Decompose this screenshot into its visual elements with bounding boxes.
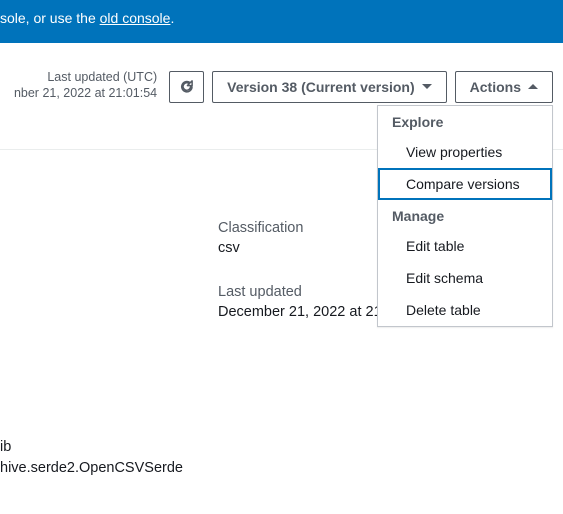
actions-button-label: Actions [470,79,521,95]
banner-text: sole, or use the [0,10,100,26]
actions-dropdown-wrap: Actions Explore View properties Compare … [455,71,553,103]
menu-item-view-properties[interactable]: View properties [378,136,552,168]
old-console-link[interactable]: old console [100,10,171,26]
actions-section-manage: Manage [378,200,552,230]
actions-section-explore: Explore [378,106,552,136]
chevron-down-icon [422,84,432,89]
last-updated-value: nber 21, 2022 at 21:01:54 [14,85,157,102]
actions-button[interactable]: Actions [455,71,553,103]
last-updated-block: Last updated (UTC) nber 21, 2022 at 21:0… [14,69,157,103]
chevron-up-icon [528,84,538,89]
menu-item-delete-table[interactable]: Delete table [378,294,552,326]
menu-item-edit-schema[interactable]: Edit schema [378,262,552,294]
serde-text: ib hive.serde2.OpenCSVSerde [0,437,183,481]
version-selector-label: Version 38 (Current version) [227,79,415,95]
menu-item-edit-table[interactable]: Edit table [378,230,552,262]
menu-item-compare-versions[interactable]: Compare versions [378,168,552,200]
actions-menu: Explore View properties Compare versions… [377,105,553,327]
toolbar: Last updated (UTC) nber 21, 2022 at 21:0… [0,43,563,114]
serde-line2: hive.serde2.OpenCSVSerde [0,458,183,480]
refresh-icon [179,79,194,94]
last-updated-label: Last updated (UTC) [14,69,157,86]
notification-banner: sole, or use the old console. [0,0,563,43]
refresh-button[interactable] [169,71,204,103]
serde-line1: ib [0,437,183,459]
banner-text-suffix: . [170,10,174,26]
version-selector-button[interactable]: Version 38 (Current version) [212,71,447,103]
